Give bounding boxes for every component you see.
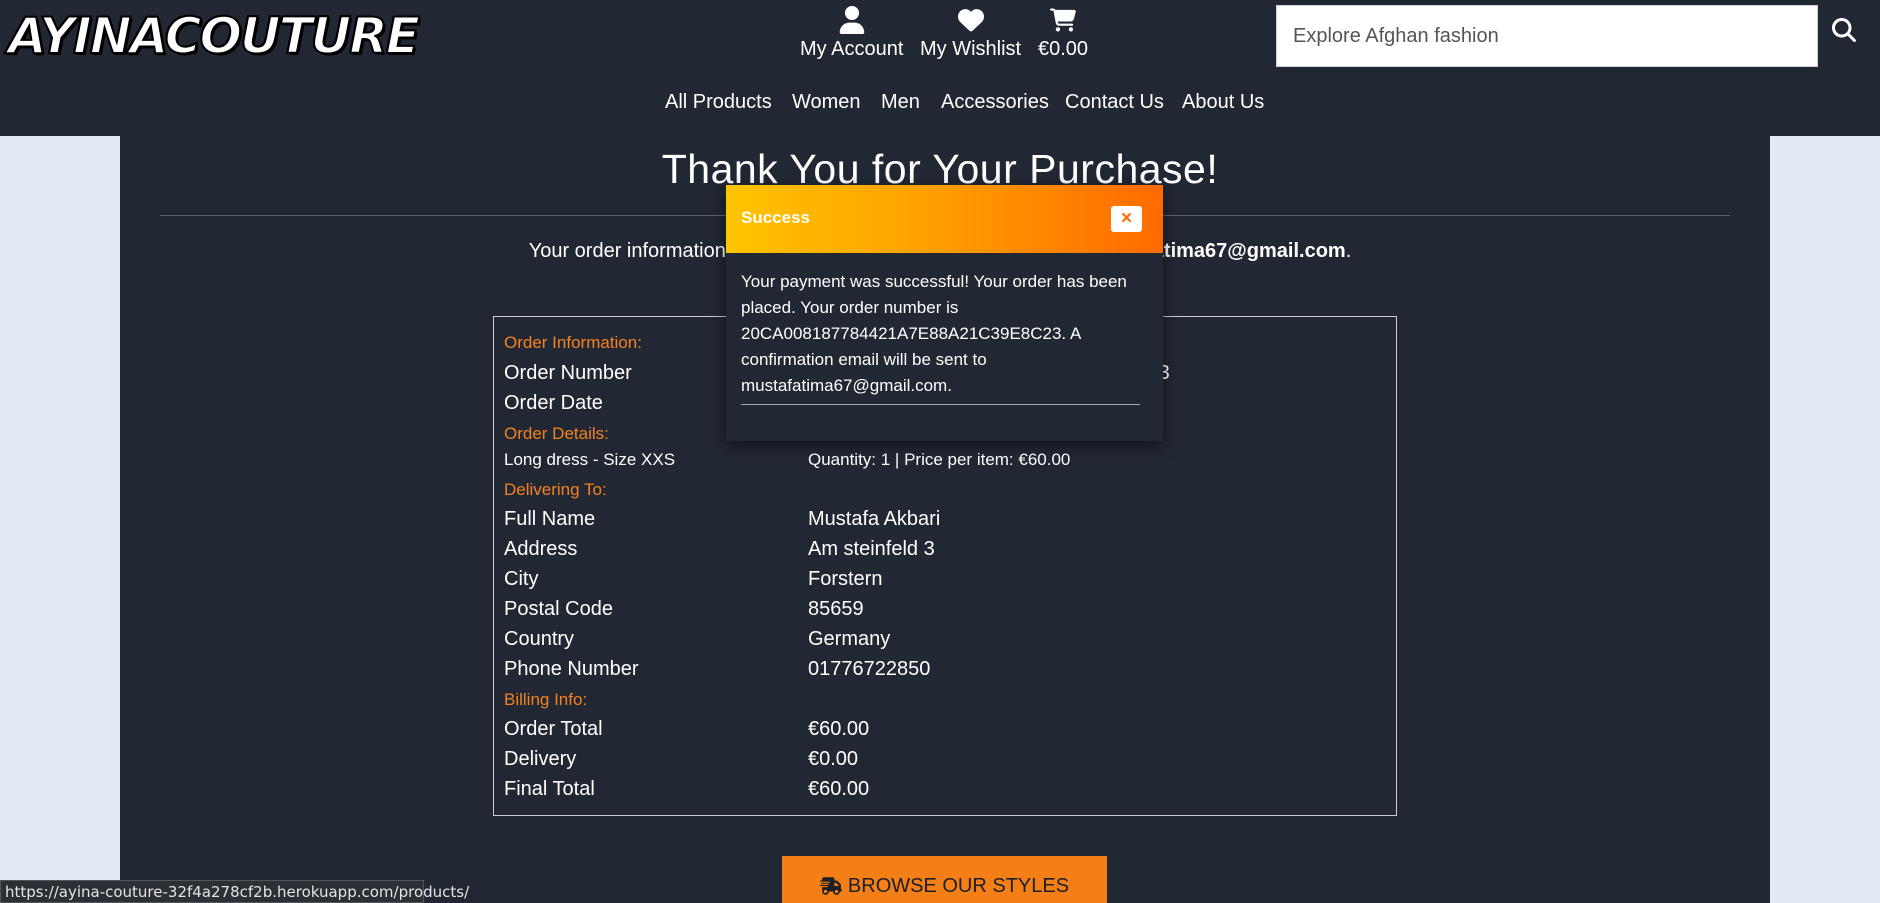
delivery-label: Delivery	[504, 748, 577, 770]
order-info-prefix: Your order information	[528, 240, 726, 262]
toast-header: Success ×	[726, 185, 1163, 253]
browse-button-label: BROWSE OUR STYLES	[847, 874, 1070, 897]
site-header: AYINACOUTURE My Account My Wishlist €0.0…	[0, 0, 1880, 136]
phone-number-value: 01776722850	[808, 658, 931, 680]
section-order-information: Order Information:	[504, 333, 642, 352]
search-box	[1276, 5, 1818, 67]
full-name-label: Full Name	[504, 508, 596, 530]
nav-accessories[interactable]: Accessories	[941, 91, 1049, 114]
toast-divider	[741, 404, 1140, 405]
status-bar-url: https://ayina-couture-32f4a278cf2b.herok…	[0, 880, 469, 903]
section-delivering-to: Delivering To:	[504, 480, 607, 499]
search-input[interactable]	[1277, 6, 1817, 66]
cart-total: €0.00	[1038, 38, 1089, 60]
my-wishlist-label: My Wishlist	[920, 38, 1022, 60]
shopping-cart-icon	[1050, 8, 1076, 32]
search-button[interactable]	[1832, 18, 1860, 46]
phone-number-label: Phone Number	[504, 658, 639, 680]
city-label: City	[504, 568, 539, 590]
search-icon	[1832, 18, 1856, 43]
order-info-suffix: .	[1345, 240, 1352, 262]
item-detail: Quantity: 1 | Price per item: €60.00	[808, 450, 1071, 469]
final-total-value: €60.00	[808, 778, 870, 800]
order-date-label: Order Date	[504, 392, 603, 414]
order-total-label: Order Total	[504, 718, 603, 740]
toast-title: Success	[741, 208, 810, 227]
country-label: Country	[504, 628, 575, 650]
heart-icon	[957, 9, 984, 32]
full-name-value: Mustafa Akbari	[808, 508, 941, 530]
nav-women[interactable]: Women	[792, 91, 861, 114]
address-value: Am steinfeld 3	[808, 538, 935, 560]
my-account-label: My Account	[800, 38, 904, 60]
postal-code-label: Postal Code	[504, 598, 613, 620]
toast-close-button[interactable]: ×	[1111, 206, 1142, 232]
cart-link[interactable]: €0.00	[1038, 6, 1088, 61]
country-value: Germany	[808, 628, 891, 650]
order-total-value: €60.00	[808, 718, 870, 740]
address-label: Address	[504, 538, 578, 560]
order-number-label: Order Number	[504, 362, 632, 384]
main-nav: All Products Women Men Accessories Conta…	[0, 91, 1880, 119]
nav-all-products[interactable]: All Products	[665, 91, 772, 114]
my-wishlist-link[interactable]: My Wishlist	[920, 6, 1021, 61]
nav-men[interactable]: Men	[881, 91, 920, 114]
my-account-link[interactable]: My Account	[800, 6, 903, 61]
section-order-details: Order Details:	[504, 424, 609, 443]
shipping-fast-icon	[819, 877, 842, 895]
nav-about-us[interactable]: About Us	[1182, 91, 1264, 114]
delivery-value: €0.00	[808, 748, 859, 770]
city-value: Forstern	[808, 568, 883, 590]
site-logo[interactable]: AYINACOUTURE	[7, 6, 421, 66]
toast-message: Your payment was successful! Your order …	[741, 272, 1127, 395]
nav-contact-us[interactable]: Contact Us	[1065, 91, 1164, 114]
user-icon	[839, 6, 864, 34]
order-info-email: afatima67@gmail.com	[1135, 240, 1346, 262]
item-name: Long dress - Size XXS	[504, 450, 676, 469]
section-billing-info: Billing Info:	[504, 690, 588, 709]
success-toast: Success × Your payment was successful! Y…	[726, 185, 1163, 441]
browse-our-styles-button[interactable]: BROWSE OUR STYLES	[782, 856, 1107, 903]
final-total-label: Final Total	[504, 778, 595, 800]
postal-code-value: 85659	[808, 598, 864, 620]
